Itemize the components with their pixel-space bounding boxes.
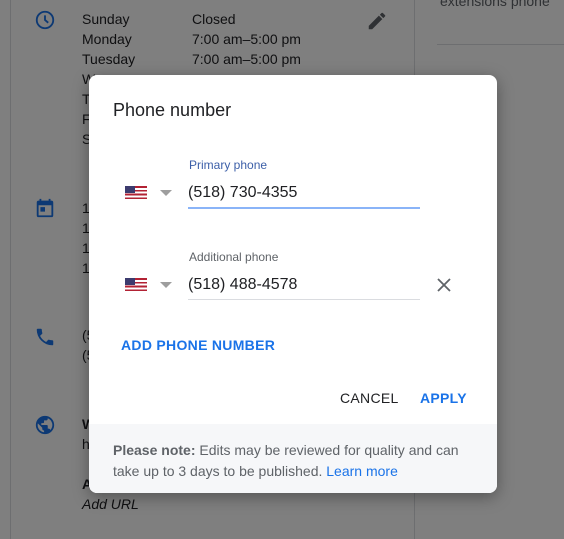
us-flag-icon [125,278,147,291]
cancel-button[interactable]: CANCEL [340,390,399,406]
additional-phone-label: Additional phone [189,250,279,264]
caret-down-icon [160,190,172,196]
apply-button[interactable]: APPLY [420,390,467,406]
close-icon[interactable] [436,277,452,293]
dialog-note: Please note: Edits may be reviewed for q… [89,424,497,493]
caret-down-icon [160,282,172,288]
learn-more-link[interactable]: Learn more [326,463,398,479]
dialog-title: Phone number [113,100,232,120]
additional-phone-input[interactable]: (518) 488-4578 [188,274,420,300]
us-flag-icon [125,186,147,199]
note-bold: Please note: [113,442,196,458]
primary-phone-label: Primary phone [189,158,268,172]
primary-phone-input[interactable]: (518) 730-4355 [188,182,420,209]
add-phone-number-button[interactable]: ADD PHONE NUMBER [121,337,275,353]
phone-number-dialog: Phone number Primary phone (518) 730-435… [89,75,497,493]
